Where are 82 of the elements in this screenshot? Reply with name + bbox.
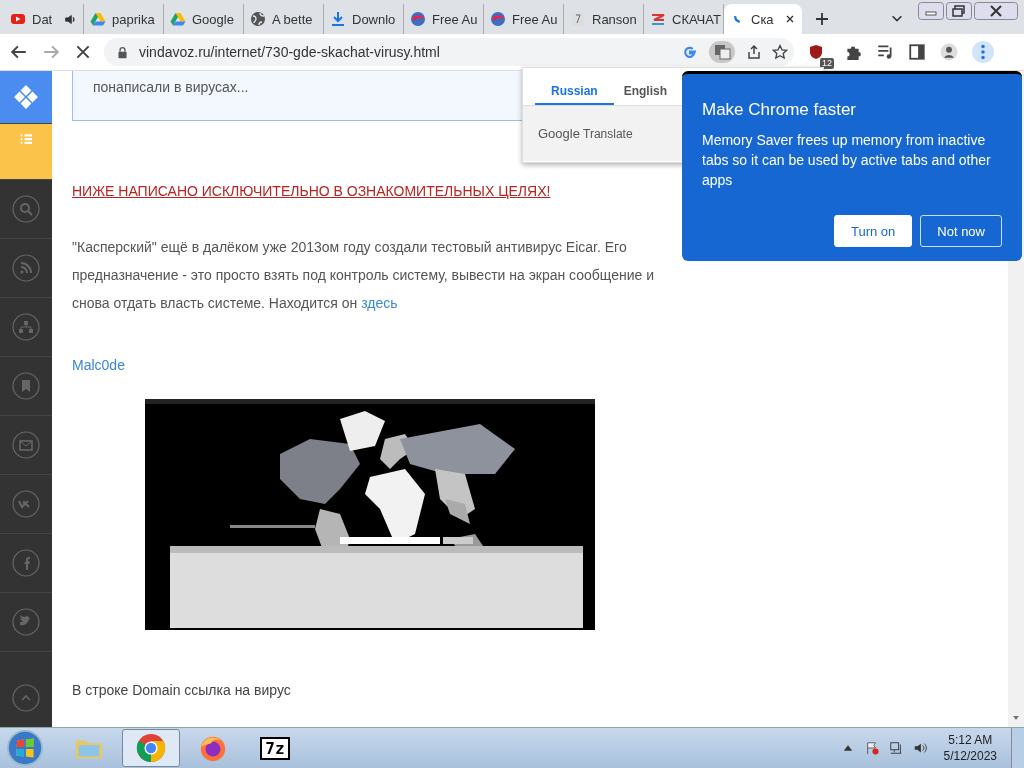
- browser-tab[interactable]: A bette: [244, 4, 324, 34]
- restore-icon[interactable]: [946, 2, 972, 20]
- social-icon: [12, 490, 40, 518]
- here-link[interactable]: здесь: [361, 295, 398, 311]
- media-icon[interactable]: [876, 43, 894, 61]
- tab-title: Ска: [751, 11, 775, 27]
- tab-title: СКАЧАТ: [672, 11, 721, 27]
- menu-icon[interactable]: [972, 41, 994, 63]
- tab-title: Ranson: [592, 11, 637, 27]
- turn-on-button[interactable]: Turn on: [833, 215, 913, 247]
- browser-tab[interactable]: paprika: [84, 4, 164, 34]
- stripes-icon: [650, 11, 666, 27]
- chrome-icon: [136, 733, 166, 763]
- tab-title: A bette: [272, 11, 314, 27]
- start-icon[interactable]: [6, 729, 44, 767]
- bookmark-icon: [12, 372, 40, 400]
- browser-tab[interactable]: Google: [164, 4, 244, 34]
- ball-icon: [490, 11, 506, 27]
- article-paragraph: "Касперский" ещё в далёком уже 2013ом году создали тестовый антивирус Eicar. Его предназначение - это просто взять под контроль систему, вывести на экран сообщение и снова отдать власть системе. Находится он здесь: [72, 238, 656, 313]
- bubble-title: Make Chrome faster: [702, 100, 857, 120]
- triangle-icon: [170, 11, 186, 27]
- mail-icon: [12, 431, 40, 459]
- caption-text: В строке Domain ссылка на вирус: [72, 682, 291, 698]
- browser-tab[interactable]: Free Au: [404, 4, 484, 34]
- logo-button[interactable]: [0, 71, 52, 124]
- forward-icon[interactable]: [42, 43, 60, 61]
- close-icon[interactable]: [784, 13, 796, 25]
- star-icon[interactable]: [772, 44, 788, 60]
- clock-date[interactable]: 5/12/2023: [943, 748, 997, 764]
- browser-tab[interactable]: Ranson: [564, 4, 644, 34]
- video-icon: [10, 11, 26, 27]
- browser-tab[interactable]: Dat: [4, 4, 84, 34]
- ball-icon: [410, 11, 426, 27]
- warning-link[interactable]: НИЖЕ НАПИСАНО ИСКЛЮЧИТЕЛЬНО В ОЗНАКОМИТЕЛЬНЫХ ЦЕЛЯХ!: [72, 183, 551, 199]
- extension-badge: 12: [820, 58, 834, 69]
- arrow-up-icon: [12, 684, 40, 712]
- taskbar-app[interactable]: [122, 729, 180, 767]
- sitemap-icon: [12, 313, 40, 341]
- site-link[interactable]: Malc0de: [72, 357, 125, 373]
- bird-icon: [12, 608, 40, 636]
- rss-icon: [12, 254, 40, 282]
- tab-title: Free Au: [432, 11, 478, 27]
- tab-title: Dat: [32, 11, 54, 27]
- language-tab[interactable]: English: [623, 78, 668, 105]
- speaker-icon[interactable]: [912, 741, 927, 755]
- tab-title: Downlo: [352, 11, 397, 27]
- triangle-icon: [90, 11, 106, 27]
- url-text: vindavoz.ru/internet/730-gde-skachat-virusy.html: [139, 44, 440, 60]
- lock-icon: [116, 45, 129, 59]
- spinner-icon: [734, 15, 741, 23]
- address-bar[interactable]: vindavoz.ru/internet/730-gde-skachat-virusy.html: [104, 38, 794, 66]
- new-tab-icon[interactable]: [814, 11, 830, 27]
- globe-icon: [250, 11, 266, 27]
- shield-icon[interactable]: [808, 44, 824, 60]
- back-icon[interactable]: [10, 43, 28, 61]
- browser-tab[interactable]: Free Au: [484, 4, 564, 34]
- profile-icon[interactable]: [940, 43, 958, 61]
- tab-title: Google: [192, 11, 235, 27]
- clock-time[interactable]: 5:12 AM: [948, 732, 993, 748]
- tab-title: paprika: [112, 11, 156, 27]
- g-logo-icon[interactable]: [682, 44, 698, 60]
- archiver-icon: 7z: [260, 736, 290, 760]
- close-window-icon[interactable]: [974, 2, 1018, 20]
- search-icon: [12, 195, 40, 223]
- dismiss-button[interactable]: Not now: [920, 215, 1002, 247]
- side-panel-icon[interactable]: [908, 43, 926, 61]
- browser-tab[interactable]: Ска: [724, 4, 802, 34]
- translate-icon[interactable]: [708, 41, 736, 63]
- share-icon[interactable]: [746, 44, 762, 60]
- diamonds-icon: [13, 84, 39, 110]
- bubble-text: Memory Saver frees up memory from inactive tabs so it can be used by active tabs and other apps: [702, 131, 992, 190]
- translate-brand-text: Google Translate: [538, 126, 633, 141]
- network-icon[interactable]: [888, 741, 903, 755]
- quote-text: понаписали в вирусах...: [93, 79, 249, 95]
- browser-tab[interactable]: Downlo: [324, 4, 404, 34]
- download-icon: [330, 11, 346, 27]
- page-icon: [570, 11, 586, 27]
- tab-title: Free Au: [512, 11, 558, 27]
- flag-icon[interactable]: [864, 741, 879, 755]
- taskbar-app[interactable]: 7z: [246, 729, 304, 767]
- stop-icon[interactable]: [74, 43, 92, 61]
- social-icon: [12, 549, 40, 577]
